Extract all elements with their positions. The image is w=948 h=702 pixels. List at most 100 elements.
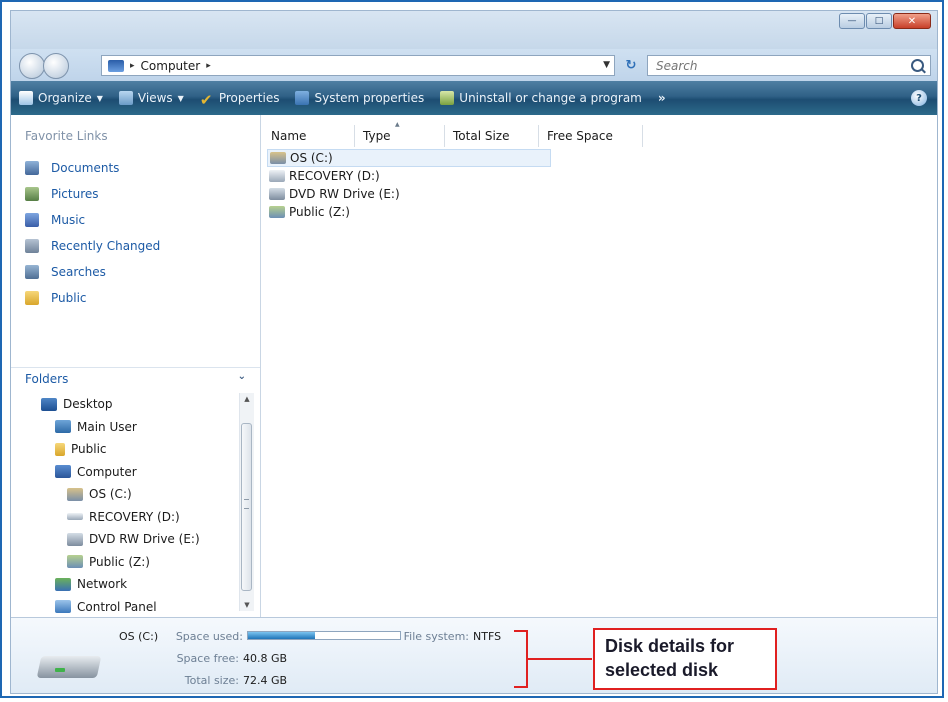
scroll-down-arrow-icon[interactable]: ▼ (240, 599, 254, 611)
column-header-row: Name Type ▲ Total Size Free Space (261, 121, 937, 147)
drive-row-public-z[interactable]: Public (Z:) (267, 203, 551, 221)
close-button[interactable]: ✕ (893, 13, 931, 29)
local-disk-icon (67, 487, 83, 501)
system-properties-label: System properties (314, 91, 425, 105)
tree-item-desktop[interactable]: Desktop (11, 393, 241, 416)
uninstall-program-button[interactable]: Uninstall or change a program (432, 81, 650, 115)
total-size-value: 72.4 GB (243, 674, 288, 687)
computer-icon (108, 59, 124, 72)
network-drive-icon (67, 555, 83, 569)
search-input[interactable] (654, 57, 898, 74)
folder-tree: Desktop Main User Public Computer OS (C:… (11, 393, 241, 618)
maximize-button[interactable]: □ (866, 13, 892, 29)
help-icon[interactable]: ? (911, 90, 927, 106)
folders-heading: Folders (25, 372, 69, 386)
column-header-total-size[interactable]: Total Size (445, 125, 539, 147)
column-header-type[interactable]: Type ▲ (355, 121, 445, 147)
space-free-value: 40.8 GB (243, 652, 288, 665)
scrollbar-thumb[interactable] (241, 423, 252, 591)
uninstall-label: Uninstall or change a program (459, 91, 642, 105)
space-used-label: Space used: (175, 630, 243, 643)
properties-button[interactable]: ✔ Properties (192, 81, 288, 115)
refresh-button[interactable]: ↻ (621, 55, 641, 76)
favorite-link-recently-changed[interactable]: Recently Changed (25, 233, 160, 259)
column-header-name[interactable]: Name (263, 125, 355, 147)
documents-icon (25, 161, 39, 175)
system-properties-icon (295, 91, 310, 105)
tree-item-label: Public (Z:) (89, 554, 150, 569)
tree-item-label: Computer (77, 464, 137, 479)
folder-tree-scrollbar[interactable]: ▲ ▼ (239, 393, 254, 611)
drive-name: OS (C:) (290, 151, 333, 165)
breadcrumb-computer[interactable]: Computer (141, 59, 201, 73)
organize-label: Organize (38, 91, 92, 105)
forward-button[interactable] (43, 53, 69, 79)
views-label: Views (137, 91, 173, 105)
tree-item-public[interactable]: Public (11, 438, 241, 461)
maximize-icon: □ (874, 15, 884, 26)
more-commands-button[interactable]: » (650, 81, 673, 115)
tree-item-computer[interactable]: Computer (11, 461, 241, 484)
hard-drive-icon (269, 170, 285, 182)
back-button[interactable] (19, 53, 45, 79)
callout-line-1: Disk details for (605, 636, 735, 656)
favorite-links-heading: Favorite Links (25, 129, 108, 143)
favorite-link-label: Public (51, 291, 87, 305)
hard-drive-icon (67, 513, 83, 521)
tree-item-main-user[interactable]: Main User (11, 416, 241, 439)
drive-row-os-c[interactable]: OS (C:) (267, 149, 551, 167)
title-bar: — □ ✕ (11, 11, 937, 49)
control-panel-icon (55, 600, 71, 614)
drive-name: Public (Z:) (289, 205, 350, 219)
search-icon[interactable] (911, 59, 924, 72)
space-used-bar-fill (248, 632, 315, 639)
breadcrumb-separator[interactable]: ▸ (130, 61, 135, 71)
scroll-up-arrow-icon[interactable]: ▲ (240, 393, 254, 405)
window-controls: — □ ✕ (839, 13, 931, 29)
uninstall-icon (440, 91, 455, 105)
tree-item-label: Control Panel (77, 599, 157, 614)
tree-item-dvd-rw-e[interactable]: DVD RW Drive (E:) (11, 528, 241, 551)
tree-item-control-panel[interactable]: Control Panel (11, 596, 241, 619)
drive-row-dvd-rw-e[interactable]: DVD RW Drive (E:) (267, 185, 551, 203)
tree-item-label: Main User (77, 419, 137, 434)
space-used-bar (247, 631, 401, 640)
favorite-link-searches[interactable]: Searches (25, 259, 160, 285)
folders-header[interactable]: Folders ⌄ (11, 367, 260, 389)
favorite-link-public[interactable]: Public (25, 285, 160, 311)
column-header-type-label: Type (363, 129, 391, 143)
tree-item-label: RECOVERY (D:) (89, 509, 180, 524)
tree-item-recovery-d[interactable]: RECOVERY (D:) (11, 506, 241, 529)
desktop-icon (41, 397, 57, 411)
properties-label: Properties (218, 91, 280, 105)
column-header-free-space[interactable]: Free Space (539, 125, 643, 147)
drive-row-recovery-d[interactable]: RECOVERY (D:) (267, 167, 551, 185)
favorite-link-pictures[interactable]: Pictures (25, 181, 160, 207)
tree-item-os-c[interactable]: OS (C:) (11, 483, 241, 506)
dvd-drive-icon (67, 532, 83, 546)
minimize-button[interactable]: — (839, 13, 865, 29)
callout-line-2: selected disk (605, 660, 719, 680)
search-box[interactable] (647, 55, 931, 76)
favorite-link-documents[interactable]: Documents (25, 155, 160, 181)
views-button[interactable]: Views ▼ (111, 81, 192, 115)
checkmark-icon: ✔ (199, 91, 213, 109)
organize-icon (19, 91, 33, 105)
system-properties-button[interactable]: System properties (287, 81, 432, 115)
file-system-label: File system: (403, 630, 469, 643)
recently-changed-icon (25, 239, 39, 253)
tree-item-public-z[interactable]: Public (Z:) (11, 551, 241, 574)
tree-item-label: Network (77, 577, 128, 592)
network-drive-icon (269, 206, 285, 218)
navigation-bar: ▸ Computer ▸ ▼ ↻ (11, 49, 937, 81)
navigation-pane: Favorite Links Documents Pictures Music … (11, 115, 261, 617)
disk-details-callout: Disk details for selected disk (593, 628, 777, 690)
drive-name: DVD RW Drive (E:) (289, 187, 400, 201)
chevron-down-icon[interactable]: ▼ (603, 60, 610, 70)
breadcrumb-separator[interactable]: ▸ (206, 61, 211, 71)
address-bar[interactable]: ▸ Computer ▸ ▼ (101, 55, 615, 76)
organize-button[interactable]: Organize ▼ (11, 81, 111, 115)
views-icon (118, 91, 133, 105)
favorite-link-music[interactable]: Music (25, 207, 160, 233)
tree-item-network[interactable]: Network (11, 573, 241, 596)
